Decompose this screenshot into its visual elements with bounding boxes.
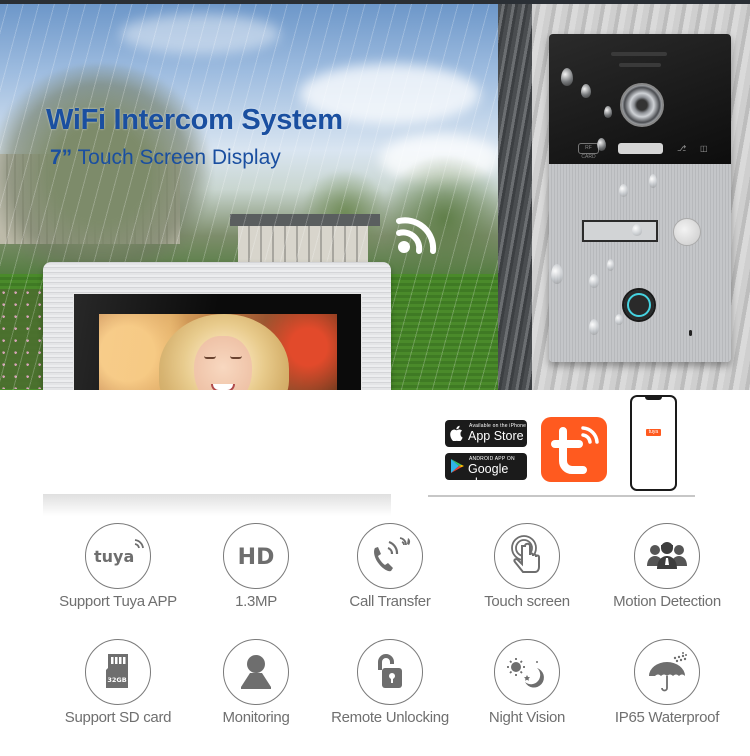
google-play-label: Google play bbox=[468, 462, 509, 490]
feature-circle bbox=[357, 523, 423, 589]
tuya-t-logo-icon bbox=[551, 426, 599, 474]
app-store-label: App Store bbox=[468, 429, 524, 443]
feature-night-vision: Night Vision bbox=[452, 639, 602, 726]
feature-circle bbox=[634, 639, 700, 705]
feature-remote-unlocking: Remote Unlocking bbox=[315, 639, 465, 726]
phone-tuya-logo: tuya bbox=[646, 429, 661, 436]
hero-subtitle: 7” Touch Screen Display bbox=[50, 146, 281, 170]
call-button bbox=[673, 218, 701, 246]
microphone-hole bbox=[689, 330, 692, 336]
feature-circle bbox=[357, 639, 423, 705]
unlocked-padlock-icon bbox=[378, 654, 402, 688]
svg-text:32GB: 32GB bbox=[107, 676, 126, 684]
feature-waterproof: IP65 Waterproof bbox=[592, 639, 742, 726]
feature-circle bbox=[494, 523, 560, 589]
fingerprint-reader bbox=[622, 288, 656, 322]
feature-circle bbox=[634, 523, 700, 589]
speaker-grill bbox=[619, 63, 661, 67]
feature-circle: HD bbox=[223, 523, 289, 589]
tuya-app-icon[interactable] bbox=[541, 417, 607, 482]
umbrella-rain-icon bbox=[649, 652, 687, 692]
hd-icon: HD bbox=[238, 545, 275, 570]
feature-circle bbox=[223, 639, 289, 705]
app-store-badge[interactable]: Available on the iPhone App Store bbox=[445, 420, 527, 447]
feature-hd: HD 1.3MP bbox=[181, 523, 331, 610]
feature-tuya-app: tuya Support Tuya APP bbox=[43, 523, 193, 610]
feature-label: 1.3MP bbox=[235, 593, 277, 610]
monitor-reflection bbox=[43, 494, 391, 516]
hero-banner: WiFi Intercom System 7” Touch Screen Dis… bbox=[0, 0, 750, 390]
indoor-monitor bbox=[43, 262, 391, 390]
divider-line bbox=[428, 495, 695, 497]
feature-label: Touch screen bbox=[484, 593, 570, 610]
doorbell-camera-panel: RF CARD ⎇ ◫ bbox=[549, 34, 731, 164]
door-icon: ◫ bbox=[700, 144, 708, 153]
smartphone: tuya bbox=[630, 395, 677, 491]
person-monitor-icon bbox=[241, 655, 271, 689]
feature-circle bbox=[494, 639, 560, 705]
feature-motion-detection: Motion Detection bbox=[592, 523, 742, 610]
feature-call-transfer: Call Transfer bbox=[315, 523, 465, 610]
google-play-badge[interactable]: ANDROID APP ON Google play bbox=[445, 453, 527, 490]
svg-text:HD: HD bbox=[238, 545, 275, 570]
feature-label: Call Transfer bbox=[349, 593, 431, 610]
feature-label: Support SD card bbox=[64, 709, 172, 726]
feature-sd-card: 32GB Support SD card bbox=[43, 639, 193, 726]
people-group-icon bbox=[647, 542, 687, 569]
feature-touch-screen: Touch screen bbox=[452, 523, 602, 610]
feature-label: Night Vision bbox=[488, 709, 566, 726]
camera-lens-icon bbox=[620, 83, 664, 127]
apple-icon bbox=[450, 425, 463, 441]
monitor-screen bbox=[99, 314, 337, 390]
phone-notch bbox=[645, 396, 662, 400]
feature-label: Support Tuya APP bbox=[59, 593, 177, 610]
rfid-card-area: RF CARD bbox=[578, 143, 599, 160]
tuya-logo-icon: tuya bbox=[94, 539, 144, 566]
sun-moon-icon bbox=[507, 658, 544, 688]
wifi-icon bbox=[396, 217, 437, 254]
feature-label: Motion Detection bbox=[613, 593, 721, 610]
wall-edge bbox=[498, 4, 532, 390]
doorbell-outdoor-station: RF CARD ⎇ ◫ bbox=[549, 34, 731, 362]
hero-title: WiFi Intercom System bbox=[46, 104, 343, 136]
ear-icon: ⎇ bbox=[677, 144, 687, 153]
feature-label: IP65 Waterproof bbox=[614, 709, 720, 726]
call-transfer-icon bbox=[374, 537, 411, 572]
sd-card-icon: 32GB bbox=[106, 654, 128, 688]
subtitle-text: Touch Screen Display bbox=[72, 146, 281, 169]
touch-hand-icon bbox=[511, 535, 540, 573]
svg-text:tuya: tuya bbox=[94, 547, 134, 566]
feature-label: Monitoring bbox=[222, 709, 290, 726]
feature-circle: 32GB bbox=[85, 639, 151, 705]
screen-size: 7” bbox=[50, 146, 73, 169]
name-label-strip bbox=[618, 143, 663, 154]
google-play-icon bbox=[451, 459, 464, 473]
feature-monitoring: Monitoring bbox=[181, 639, 331, 726]
feature-label: Remote Unlocking bbox=[331, 709, 449, 726]
feature-circle: tuya bbox=[85, 523, 151, 589]
speaker-grill bbox=[611, 52, 667, 56]
nameplate-window bbox=[582, 220, 658, 242]
